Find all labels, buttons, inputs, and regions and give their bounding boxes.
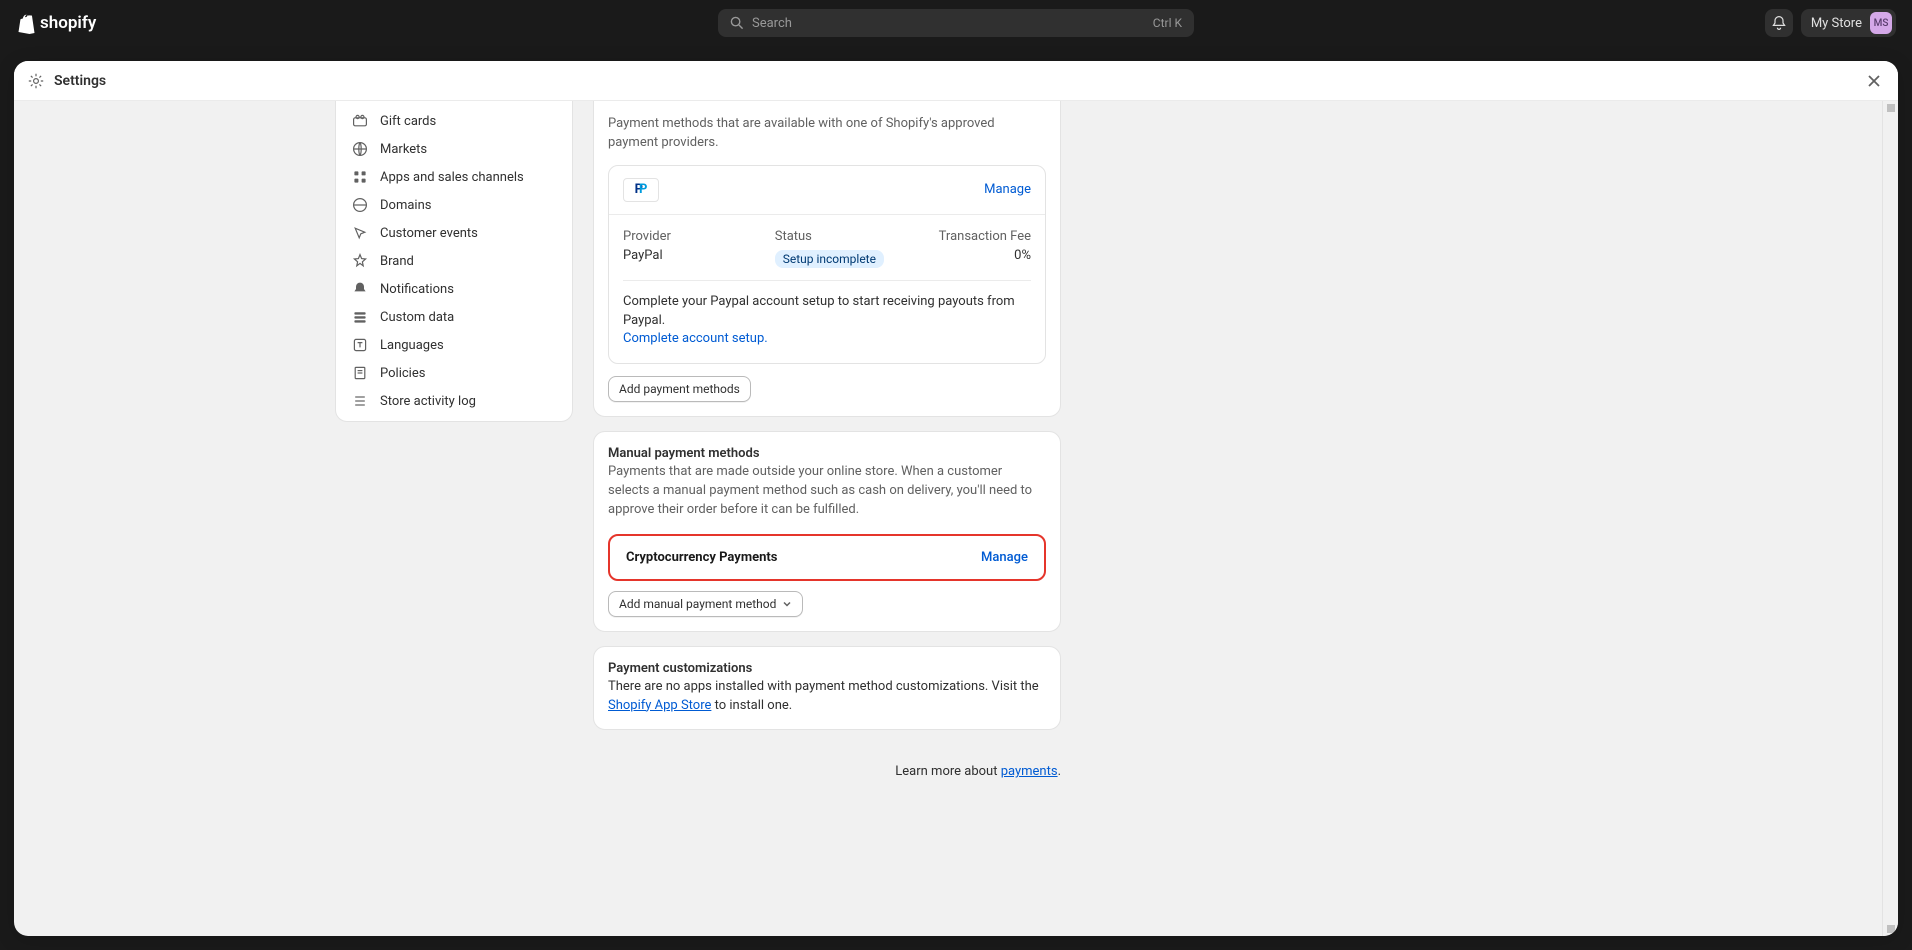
card-description: Payment methods that are available with … bbox=[608, 115, 1046, 153]
sidebar-item-notifications[interactable]: Notifications bbox=[336, 275, 572, 303]
sidebar-item-label: Policies bbox=[380, 366, 425, 381]
fee-value: 0% bbox=[926, 248, 1031, 263]
sidebar-item-label: Custom data bbox=[380, 310, 454, 325]
search-input[interactable]: Search Ctrl K bbox=[718, 9, 1194, 37]
crypto-title: Cryptocurrency Payments bbox=[626, 550, 777, 565]
payments-docs-link[interactable]: payments bbox=[1001, 764, 1058, 779]
sidebar-item-label: Customer events bbox=[380, 226, 478, 241]
shopify-logo[interactable]: shopify bbox=[16, 12, 96, 34]
search-icon bbox=[730, 16, 744, 30]
avatar: MS bbox=[1870, 12, 1892, 34]
status-badge: Setup incomplete bbox=[775, 250, 884, 268]
policies-icon bbox=[352, 365, 368, 381]
provider-label: Provider bbox=[623, 229, 767, 244]
shopify-bag-icon bbox=[16, 12, 36, 34]
cursor-icon bbox=[352, 225, 368, 241]
status-label: Status bbox=[775, 229, 919, 244]
sidebar-item-custom-data[interactable]: Custom data bbox=[336, 303, 572, 331]
provider-card-paypal: PP Manage Provider PayPal bbox=[608, 165, 1046, 365]
note-text: Complete your Paypal account setup to st… bbox=[623, 294, 1015, 328]
settings-sidebar: Gift cards Markets Apps and sales channe… bbox=[335, 101, 573, 422]
sidebar-item-brand[interactable]: Brand bbox=[336, 247, 572, 275]
log-icon bbox=[352, 393, 368, 409]
search-placeholder: Search bbox=[752, 16, 792, 31]
language-icon bbox=[352, 337, 368, 353]
modal-title: Settings bbox=[54, 73, 106, 89]
add-manual-method-button[interactable]: Add manual payment method bbox=[608, 591, 803, 617]
topbar: shopify Search Ctrl K My Store MS bbox=[0, 0, 1912, 46]
sidebar-item-label: Brand bbox=[380, 254, 414, 269]
globe-icon bbox=[352, 141, 368, 157]
notifications-button[interactable] bbox=[1765, 9, 1793, 37]
sidebar-item-activity-log[interactable]: Store activity log bbox=[336, 387, 572, 415]
main-content: Payment methods that are available with … bbox=[593, 101, 1061, 936]
sidebar-item-apps[interactable]: Apps and sales channels bbox=[336, 163, 572, 191]
customizations-heading: Payment customizations bbox=[608, 661, 1046, 676]
manual-description: Payments that are made outside your onli… bbox=[608, 463, 1046, 520]
apps-icon bbox=[352, 169, 368, 185]
manage-crypto-link[interactable]: Manage bbox=[981, 550, 1028, 565]
data-icon bbox=[352, 309, 368, 325]
bell-icon bbox=[1771, 15, 1787, 31]
modal-header: Settings bbox=[14, 61, 1898, 101]
provider-value: PayPal bbox=[623, 248, 767, 263]
sidebar-item-label: Store activity log bbox=[380, 394, 476, 409]
sidebar-item-label: Gift cards bbox=[380, 114, 436, 129]
gear-icon bbox=[28, 73, 44, 89]
approved-providers-card: Payment methods that are available with … bbox=[593, 101, 1061, 417]
sidebar-item-label: Domains bbox=[380, 198, 431, 213]
manage-paypal-link[interactable]: Manage bbox=[984, 182, 1031, 197]
scrollbar[interactable] bbox=[1882, 101, 1898, 936]
modal-body: Gift cards Markets Apps and sales channe… bbox=[14, 101, 1898, 936]
store-menu-button[interactable]: My Store MS bbox=[1801, 9, 1896, 37]
sidebar-item-gift-cards[interactable]: Gift cards bbox=[336, 107, 572, 135]
app-store-link[interactable]: Shopify App Store bbox=[608, 698, 711, 713]
fee-label: Transaction Fee bbox=[926, 229, 1031, 244]
complete-setup-link[interactable]: Complete account setup. bbox=[623, 331, 768, 346]
close-button[interactable] bbox=[1864, 71, 1884, 91]
settings-modal: Settings Gift cards Markets Apps and sal… bbox=[14, 61, 1898, 936]
sidebar-item-label: Notifications bbox=[380, 282, 454, 297]
customizations-card: Payment customizations There are no apps… bbox=[593, 646, 1061, 731]
search-shortcut: Ctrl K bbox=[1153, 16, 1182, 30]
sidebar-item-markets[interactable]: Markets bbox=[336, 135, 572, 163]
brand-icon bbox=[352, 253, 368, 269]
shopify-logo-text: shopify bbox=[40, 13, 96, 33]
bell-icon bbox=[352, 281, 368, 297]
crypto-payments-row: Cryptocurrency Payments Manage bbox=[608, 534, 1046, 581]
sidebar-item-policies[interactable]: Policies bbox=[336, 359, 572, 387]
customizations-text1: There are no apps installed with payment… bbox=[608, 679, 1039, 694]
manual-heading: Manual payment methods bbox=[608, 446, 1046, 461]
sidebar-item-domains[interactable]: Domains bbox=[336, 191, 572, 219]
manual-payment-card: Manual payment methods Payments that are… bbox=[593, 431, 1061, 632]
store-name: My Store bbox=[1811, 16, 1862, 31]
domain-icon bbox=[352, 197, 368, 213]
chevron-down-icon bbox=[782, 599, 792, 609]
sidebar-item-label: Languages bbox=[380, 338, 444, 353]
sidebar-item-customer-events[interactable]: Customer events bbox=[336, 219, 572, 247]
add-payment-methods-button[interactable]: Add payment methods bbox=[608, 376, 751, 402]
paypal-logo: PP bbox=[623, 178, 659, 202]
gift-card-icon bbox=[352, 113, 368, 129]
sidebar-item-label: Apps and sales channels bbox=[380, 170, 524, 185]
sidebar-item-languages[interactable]: Languages bbox=[336, 331, 572, 359]
sidebar-item-label: Markets bbox=[380, 142, 427, 157]
learn-more-footer: Learn more about payments. bbox=[593, 764, 1061, 779]
close-icon bbox=[1867, 74, 1881, 88]
customizations-text2: to install one. bbox=[711, 698, 792, 713]
